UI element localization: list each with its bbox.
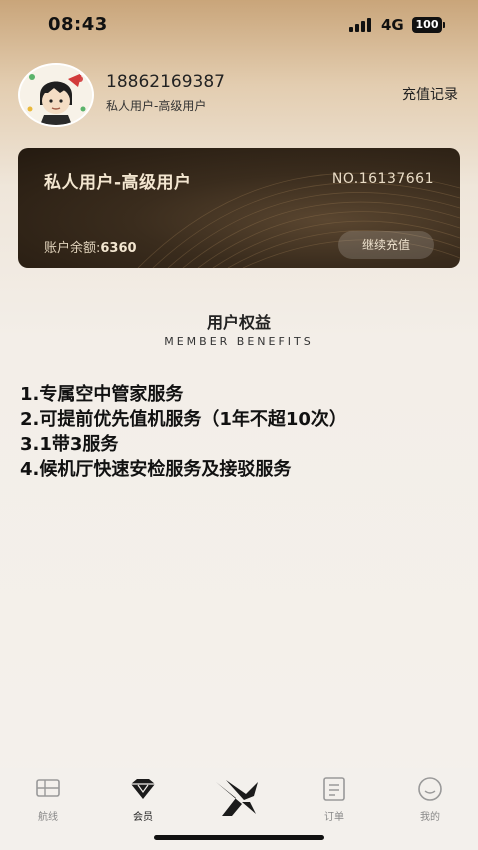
logo-icon [216,780,258,816]
smiley-icon [418,777,442,801]
home-indicator [154,835,324,840]
tab-member-label: 会员 [133,812,153,823]
user-type: 私人用户-高级用户 [106,99,207,113]
benefit-list: 1.专属空中管家服务 2.可提前优先值机服务（1年不超10次） 3.1带3服务 … [20,382,347,482]
recharge-record-link[interactable]: 充值记录 [402,84,458,104]
benefits-subtitle: MEMBER BENEFITS [164,335,314,348]
user-phone: 18862169387 [106,72,225,92]
card-number: NO.16137661 [331,171,434,187]
benefit-item: 4.候机厅快速安检服务及接驳服务 [20,459,292,480]
tab-mine[interactable]: 我的 [400,776,460,823]
balance-value: 6360 [100,241,137,256]
network-type: 4G [381,16,404,34]
status-time: 08:43 [48,14,108,35]
tab-routes-label: 航线 [38,812,58,823]
tab-member[interactable]: 会员 [113,776,173,823]
member-card: 私人用户-高级用户 NO.16137661 账户余额:6360 继续充值 [18,148,460,268]
tab-home-logo[interactable] [207,776,267,824]
benefit-item: 1.专属空中管家服务 [20,384,184,405]
tab-orders[interactable]: 订单 [304,776,364,823]
tab-routes[interactable]: 航线 [18,776,78,823]
battery-icon: 100 [412,17,445,33]
order-icon [323,777,345,801]
tab-mine-label: 我的 [420,812,440,823]
status-bar: 08:43 4G 100 [0,0,478,50]
benefit-item: 3.1带3服务 [20,434,119,455]
avatar[interactable] [18,63,94,127]
signal-icon [349,18,375,32]
benefit-item: 2.可提前优先值机服务（1年不超10次） [20,409,347,430]
diamond-icon [131,779,155,799]
benefits-title: 用户权益 [206,313,271,332]
route-icon [36,779,60,797]
continue-recharge-button[interactable]: 继续充值 [338,231,434,259]
balance-label: 账户余额: [44,241,101,256]
account-balance: 账户余额:6360 [44,237,137,256]
card-member-level: 私人用户-高级用户 [44,173,192,193]
tab-orders-label: 订单 [324,812,344,823]
